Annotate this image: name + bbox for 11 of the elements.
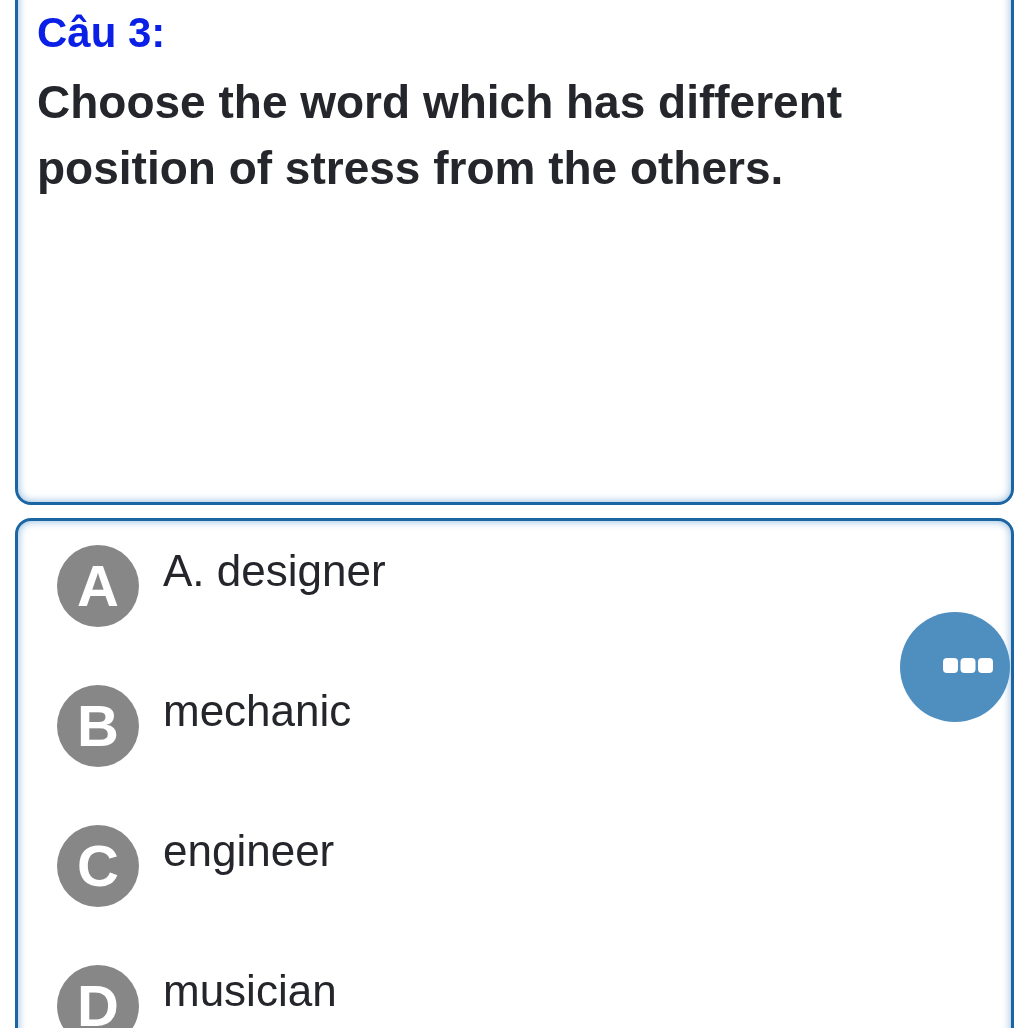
- option-text: musician: [163, 965, 337, 1017]
- question-text: Choose the word which has different position of stress from the others.: [37, 75, 844, 196]
- option-letter-badge[interactable]: C: [57, 825, 139, 907]
- more-icon: [943, 657, 993, 673]
- option-letter-badge[interactable]: A: [57, 545, 139, 627]
- option-letter-badge[interactable]: B: [57, 685, 139, 767]
- option-text: A. designer: [163, 545, 386, 597]
- option-text: engineer: [163, 825, 335, 877]
- option-text: mechanic: [163, 685, 352, 737]
- option-letter-badge[interactable]: D: [57, 965, 139, 1028]
- question-number: Câu 3:: [37, 9, 167, 57]
